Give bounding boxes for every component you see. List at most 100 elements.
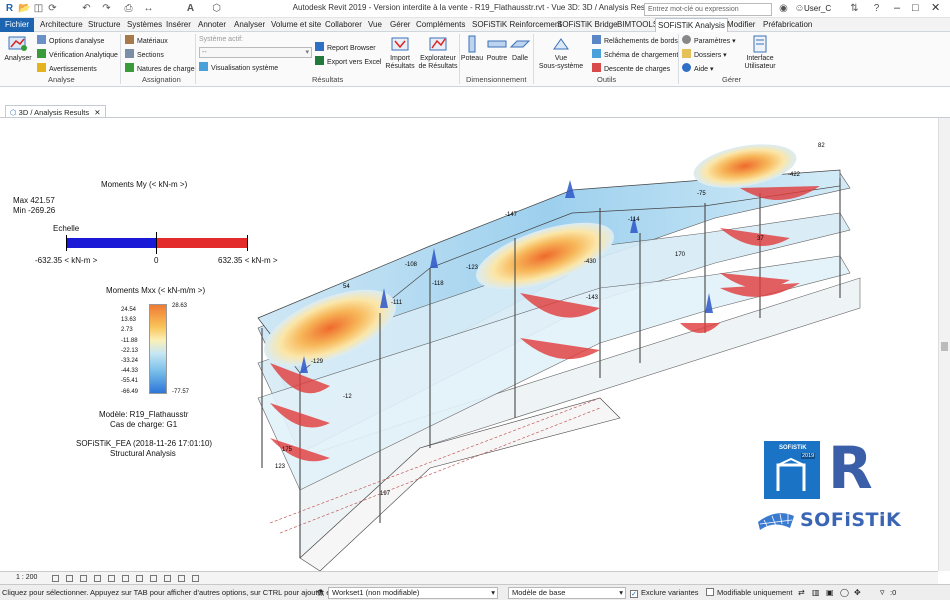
tab-collaborer[interactable]: Collaborer — [323, 18, 364, 32]
help-button[interactable]: Aide ▾ — [682, 63, 713, 73]
crop-view-icon[interactable] — [122, 575, 129, 582]
design-option-select[interactable]: Modèle de base ▾ — [508, 587, 626, 599]
maximize-icon[interactable]: □ — [912, 2, 919, 14]
check-icon — [37, 49, 46, 58]
svg-text:-108: -108 — [405, 262, 418, 268]
tab-volume-site[interactable]: Volume et site — [269, 18, 323, 32]
reveal-hidden-icon[interactable] — [178, 575, 185, 582]
lock-view-icon[interactable] — [150, 575, 157, 582]
svg-text:-123: -123 — [466, 265, 479, 271]
sofistik-frame-icon — [776, 457, 806, 491]
svg-text:54: 54 — [343, 284, 350, 290]
tab-structure[interactable]: Structure — [86, 18, 122, 32]
visualisation-icon — [199, 62, 208, 71]
tab-vue[interactable]: Vue — [366, 18, 384, 32]
sections-button[interactable]: Sections — [125, 49, 164, 59]
beam-icon — [487, 40, 507, 48]
help-icon[interactable]: ? — [870, 2, 883, 15]
scrollbar-thumb[interactable] — [941, 342, 948, 351]
export-excel-button[interactable]: Export vers Excel — [315, 56, 381, 66]
view-scale[interactable]: 1 : 200 — [16, 574, 37, 581]
drag-on-selection-icon[interactable]: ✥ — [854, 588, 861, 597]
user-name[interactable]: User_C — [804, 4, 831, 13]
view-tab-label: 3D / Analysis Results — [18, 108, 90, 117]
results-explorer-button[interactable]: Explorateur de Résultats — [416, 35, 460, 71]
separator — [195, 34, 196, 84]
options-icon — [37, 35, 46, 44]
vertical-scrollbar[interactable] — [938, 118, 950, 571]
analytical-model-icon[interactable] — [192, 575, 199, 582]
subsystem-view-button[interactable]: Vue Sous-système — [537, 35, 585, 71]
active-system-select[interactable]: -- ▾ — [199, 47, 312, 58]
load-takedown-button[interactable]: Descente de charges — [592, 63, 670, 73]
tab-complements[interactable]: Compléments — [414, 18, 467, 32]
svg-text:-430: -430 — [584, 259, 597, 265]
column-design-button[interactable]: Poteau — [460, 35, 484, 63]
minimize-icon[interactable]: – — [894, 2, 900, 14]
report-browser-button[interactable]: Report Browser — [315, 42, 376, 52]
3d-viewport[interactable]: Moments My (< kN-m >) Max 421.57 Min -26… — [0, 118, 938, 571]
close-icon[interactable]: ✕ — [94, 108, 100, 117]
explorer-icon — [429, 37, 447, 51]
analyser-button[interactable]: Analyser — [4, 35, 32, 63]
workset-select[interactable]: Workset1 (non modifiable) ▾ — [328, 587, 498, 599]
search-input[interactable]: Entrez mot-clé ou expression — [644, 3, 772, 16]
slab-design-button[interactable]: Dalle — [509, 35, 531, 63]
workset-icon: ⚗ — [316, 588, 325, 598]
select-pinned-icon[interactable]: ▣ — [826, 588, 834, 597]
tab-systemes[interactable]: Systèmes — [125, 18, 164, 32]
excel-icon — [315, 56, 324, 65]
svg-text:-129: -129 — [311, 359, 324, 365]
exclude-variants-checkbox[interactable]: ✓ Exclure variantes — [630, 587, 699, 599]
folders-button[interactable]: Dossiers ▾ — [682, 49, 727, 59]
system-visualisation-button[interactable]: Visualisation système — [199, 62, 278, 72]
show-crop-icon[interactable] — [136, 575, 143, 582]
report-icon — [315, 42, 324, 51]
cart-icon[interactable]: ⇅ — [848, 2, 861, 15]
tab-architecture[interactable]: Architecture — [38, 18, 85, 32]
tab-modifier[interactable]: Modifier — [725, 18, 757, 32]
tab-analyser[interactable]: Analyser — [232, 18, 267, 32]
settings-button[interactable]: Paramètres ▾ — [682, 35, 736, 45]
sun-path-icon[interactable] — [80, 575, 87, 582]
tab-bimtools[interactable]: BIMTOOLS — [615, 18, 660, 32]
detail-level-icon[interactable] — [52, 575, 59, 582]
help-icon — [682, 63, 691, 72]
svg-text:37: 37 — [757, 236, 764, 242]
load-natures-button[interactable]: Natures de charge — [125, 63, 195, 73]
tab-sofistik-reinforcement[interactable]: SOFiSTiK Reinforcement — [470, 18, 564, 32]
edge-releases-button[interactable]: Relâchements de bords — [592, 35, 678, 45]
materials-button[interactable]: Matériaux — [125, 35, 168, 45]
tab-sofistik-analysis[interactable]: SOFiSTiK Analysis — [655, 18, 728, 33]
select-underlay-icon[interactable]: ▥ — [812, 588, 820, 597]
import-results-button[interactable]: Import Résultats — [384, 35, 416, 71]
analysis-options-button[interactable]: Options d'analyse — [37, 35, 104, 45]
binoculars-icon[interactable]: ◉ — [777, 2, 790, 15]
panel-label-outils: Outils — [597, 75, 617, 84]
tab-prefabrication[interactable]: Préfabrication — [761, 18, 814, 32]
tab-gerer[interactable]: Gérer — [388, 18, 412, 32]
interface-icon — [753, 35, 767, 53]
tab-fichier[interactable]: Fichier — [0, 18, 35, 32]
render-icon[interactable] — [108, 575, 115, 582]
chevron-down-icon: ▾ — [619, 588, 623, 597]
hide-isolate-icon[interactable] — [164, 575, 171, 582]
close-icon[interactable]: ✕ — [931, 2, 940, 14]
editable-only-checkbox[interactable]: Modifiable uniquement — [706, 587, 792, 599]
analyse-icon — [8, 36, 27, 51]
select-by-face-icon[interactable]: ◯ — [840, 588, 849, 597]
tab-annoter[interactable]: Annoter — [196, 18, 228, 32]
filter-icon[interactable]: ▿ — [880, 587, 885, 598]
panel-label-assignation: Assignation — [142, 75, 181, 84]
select-links-icon[interactable]: ⇄ — [798, 588, 805, 597]
tab-sofistik-bridge[interactable]: SOFiSTiK Bridge — [555, 18, 620, 32]
visual-style-icon[interactable] — [66, 575, 73, 582]
user-interface-button[interactable]: Interface Utilisateur — [741, 35, 779, 71]
warnings-button[interactable]: Avertissements — [37, 63, 97, 73]
shadows-icon[interactable] — [94, 575, 101, 582]
beam-design-button[interactable]: Poutre — [485, 35, 509, 63]
building-model[interactable]: 82 -422 -75 -147 -114 -108 -430 -123 -11… — [0, 118, 938, 571]
tab-inserer[interactable]: Insérer — [164, 18, 193, 32]
analytic-check-button[interactable]: Vérification Analytique — [37, 49, 118, 59]
load-scheme-button[interactable]: Schéma de chargement — [592, 49, 678, 59]
